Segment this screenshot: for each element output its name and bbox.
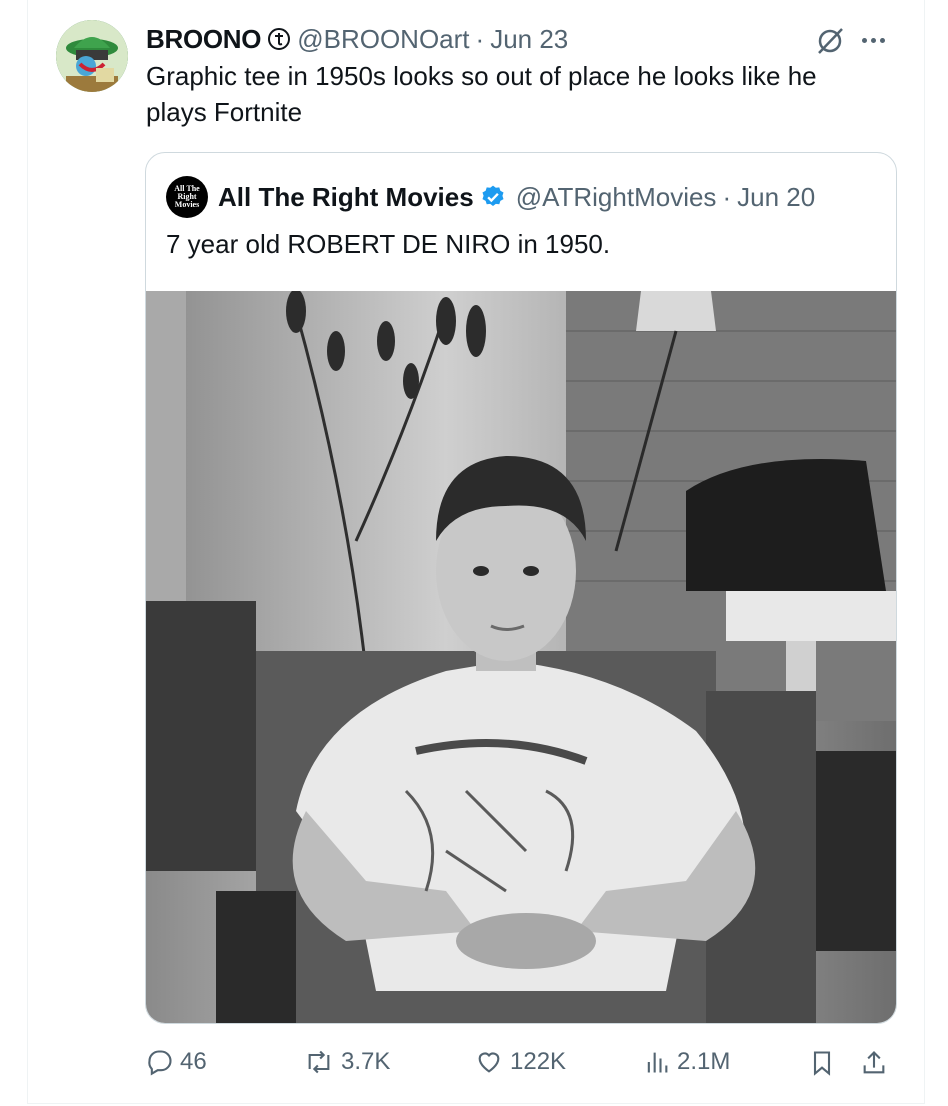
quoted-tweet-photo[interactable] [146,289,896,1023]
reply-icon [146,1048,174,1076]
repost-icon [303,1048,335,1076]
tweet-header: BROONO @BROONOart · Jun 23 [146,22,568,56]
views-count: 2.1M [677,1048,731,1075]
bookmark-button[interactable] [808,1048,836,1078]
quoted-author-name[interactable]: All The Right Movies [218,182,474,213]
tweet-date[interactable]: Jun 23 [490,24,568,55]
reply-count: 46 [180,1048,207,1075]
share-icon [860,1048,888,1078]
author-handle[interactable]: @BROONOart [297,24,469,55]
quoted-author-avatar[interactable]: All The Right Movies [166,176,208,218]
like-icon [474,1048,504,1076]
share-button[interactable] [860,1048,888,1078]
header-separator: · [475,23,485,54]
quoted-tweet-text: 7 year old ROBERT DE NIRO in 1950. [166,229,611,259]
bookmark-icon [808,1048,836,1078]
action-bar: 46 3.7K 122K 2.1M [0,1040,948,1090]
repost-button[interactable]: 3.7K [303,1048,390,1076]
like-button[interactable]: 122K [474,1048,566,1076]
repost-count: 3.7K [341,1048,391,1075]
affiliate-badge-icon [267,27,291,51]
quoted-tweet-date[interactable]: Jun 20 [737,182,815,213]
quoted-header-separator: · [722,181,732,212]
quoted-tweet-header: All The Right Movies All The Right Movie… [166,176,815,218]
views-icon [643,1048,671,1076]
tweet-text: Graphic tee in 1950s looks so out of pla… [146,61,817,127]
author-name[interactable]: BROONO [146,24,262,55]
quoted-avatar-line: Movies [174,200,200,209]
quoted-tweet[interactable]: All The Right Movies All The Right Movie… [145,152,897,1024]
author-avatar[interactable] [56,20,128,92]
more-icon[interactable] [862,38,885,43]
grok-icon[interactable] [813,26,847,56]
verified-icon [480,184,506,210]
like-count: 122K [510,1048,567,1075]
quoted-author-handle[interactable]: @ATRightMovies [516,182,717,213]
views-button[interactable]: 2.1M [643,1048,730,1076]
reply-button[interactable]: 46 [146,1048,207,1076]
